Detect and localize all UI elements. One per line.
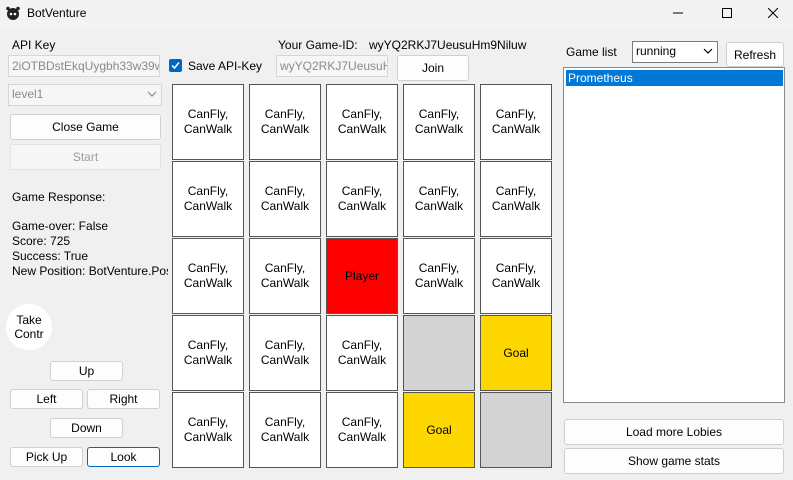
load-more-lobbies-button[interactable]: Load more Lobies	[564, 419, 784, 445]
game-id-label: Your Game-ID:	[278, 38, 358, 52]
minimize-button[interactable]	[655, 0, 701, 26]
grid-cell: CanFly, CanWalk	[403, 161, 475, 237]
look-button[interactable]: Look	[87, 447, 160, 467]
pick-up-button[interactable]: Pick Up	[10, 447, 83, 467]
checkmark-icon	[171, 62, 180, 70]
minimize-icon	[673, 12, 683, 14]
game-response-title: Game Response:	[12, 190, 106, 204]
grid-cell: CanFly, CanWalk	[249, 238, 321, 314]
game-filter-value: running	[636, 44, 677, 58]
api-key-label: API Key	[12, 38, 56, 52]
chevron-down-icon	[703, 48, 713, 54]
grid-cell: CanFly, CanWalk	[172, 161, 244, 237]
start-button[interactable]: Start	[10, 144, 161, 170]
grid-cell-blocked	[480, 392, 552, 468]
close-icon	[768, 8, 778, 18]
save-api-key-label: Save API-Key	[188, 59, 263, 73]
grid-cell: CanFly, CanWalk	[326, 392, 398, 468]
chevron-down-icon	[147, 91, 157, 97]
grid-cell: CanFly, CanWalk	[480, 238, 552, 314]
response-success: Success: True	[12, 249, 89, 263]
grid-cell: CanFly, CanWalk	[326, 84, 398, 160]
join-button[interactable]: Join	[397, 55, 469, 81]
left-button[interactable]: Left	[10, 389, 83, 409]
right-button[interactable]: Right	[87, 389, 160, 409]
refresh-button[interactable]: Refresh	[726, 42, 784, 67]
title-bar: BotVenture	[0, 0, 793, 28]
level-select[interactable]: level1	[8, 84, 162, 106]
level-value: level1	[12, 87, 44, 101]
window-title: BotVenture	[27, 6, 87, 20]
grid-cell: CanFly, CanWalk	[172, 238, 244, 314]
grid-cell: CanFly, CanWalk	[172, 84, 244, 160]
game-list-item[interactable]: Prometheus	[566, 70, 783, 86]
game-list[interactable]: Prometheus	[563, 67, 785, 403]
grid-cell: CanFly, CanWalk	[326, 315, 398, 391]
api-key-input[interactable]: 2iOTBDstEkqUygbh33w39w	[8, 55, 160, 77]
grid-cell-blocked	[403, 315, 475, 391]
save-api-key-checkbox[interactable]	[169, 59, 182, 72]
close-window-button[interactable]	[750, 0, 793, 26]
grid-cell: CanFly, CanWalk	[172, 315, 244, 391]
grid-cell: CanFly, CanWalk	[480, 84, 552, 160]
game-filter-select[interactable]: running	[632, 41, 718, 63]
grid-cell-goal: Goal	[480, 315, 552, 391]
response-game-over: Game-over: False	[12, 219, 109, 233]
down-button[interactable]: Down	[50, 418, 123, 438]
close-game-button[interactable]: Close Game	[10, 114, 161, 140]
grid-cell: CanFly, CanWalk	[172, 392, 244, 468]
grid-cell: CanFly, CanWalk	[480, 161, 552, 237]
grid-cell-player: Player	[326, 238, 398, 314]
maximize-icon	[722, 8, 732, 18]
game-id-value: wyYQ2RKJ7UeusuHm9Niluw	[369, 38, 527, 52]
grid-cell: CanFly, CanWalk	[403, 238, 475, 314]
grid-cell: CanFly, CanWalk	[249, 161, 321, 237]
grid-cell-goal: Goal	[403, 392, 475, 468]
grid-cell: CanFly, CanWalk	[249, 392, 321, 468]
grid-cell: CanFly, CanWalk	[403, 84, 475, 160]
robot-icon	[6, 6, 20, 20]
grid-cell: CanFly, CanWalk	[249, 84, 321, 160]
show-game-stats-button[interactable]: Show game stats	[564, 448, 784, 474]
take-control-button[interactable]: Take Contr	[6, 304, 52, 350]
maximize-button[interactable]	[704, 0, 750, 26]
up-button[interactable]: Up	[50, 361, 123, 381]
game-list-label: Game list	[566, 45, 617, 59]
grid-cell: CanFly, CanWalk	[249, 315, 321, 391]
response-new-position: New Position: BotVenture.Pos	[12, 264, 168, 278]
grid-cell: CanFly, CanWalk	[326, 161, 398, 237]
game-id-input[interactable]: wyYQ2RKJ7UeusuHm9Niluw	[276, 55, 388, 77]
response-score: Score: 725	[12, 234, 71, 248]
